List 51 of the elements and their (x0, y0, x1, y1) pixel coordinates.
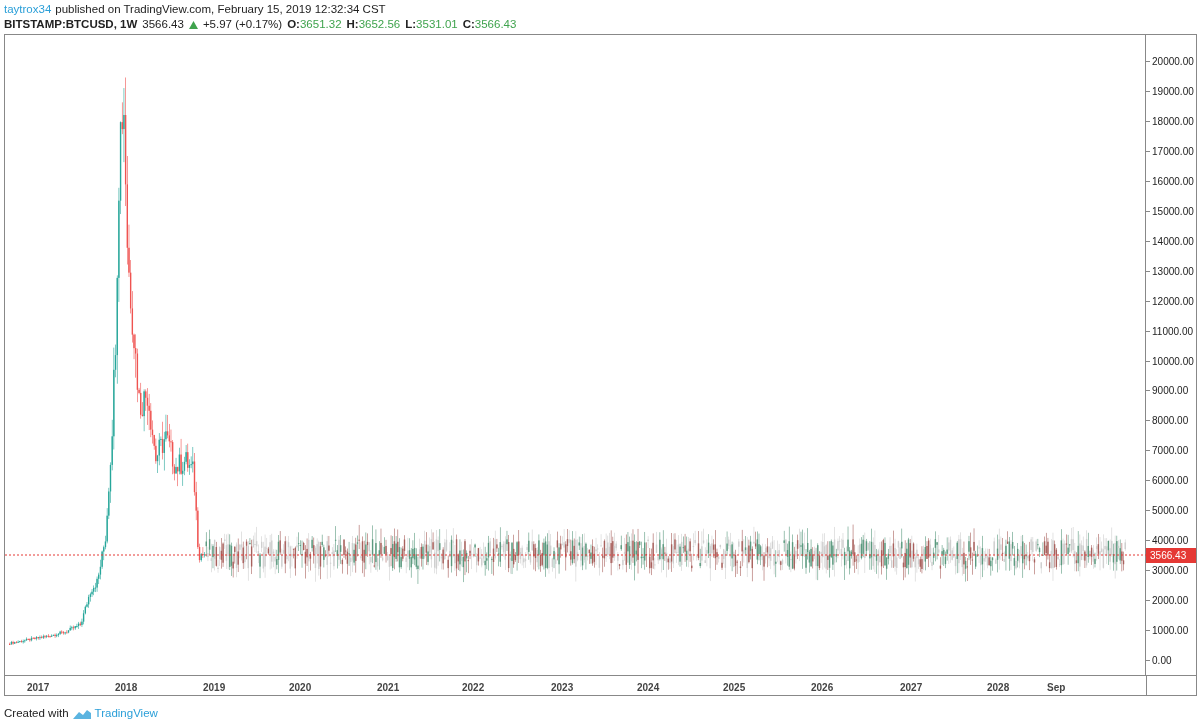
ohlc-value: 3651.32 (299, 17, 342, 32)
ohlc-label: C: (462, 17, 475, 32)
x-axis-label: 2018 (115, 681, 138, 695)
x-axis-label: 2020 (289, 681, 312, 695)
x-axis-label: 2017 (27, 681, 50, 695)
y-axis-label: 14000.00 (1152, 234, 1194, 249)
price-change: +5.97 (+0.17%) (202, 17, 283, 32)
y-axis-label: 5000.00 (1152, 504, 1189, 519)
cloud-logo-icon (72, 708, 91, 719)
y-axis-label: 7000.00 (1152, 444, 1189, 459)
y-axis-label: 6000.00 (1152, 474, 1189, 489)
x-axis-label: 2024 (637, 681, 660, 695)
y-axis-label: 13000.00 (1152, 264, 1194, 279)
x-axis-label: 2023 (551, 681, 574, 695)
last-price-tag: 3566.43 (1146, 547, 1197, 563)
x-axis-label: 2019 (203, 681, 226, 695)
x-axis-label: 2027 (900, 681, 923, 695)
y-axis-label: 15000.00 (1152, 205, 1194, 219)
y-axis-label: 0.00 (1152, 653, 1172, 668)
ohlc-label: O: (287, 17, 300, 32)
y-axis-label: 1000.00 (1152, 623, 1189, 638)
x-axis-label: 2026 (811, 681, 834, 695)
y-axis-label: 2000.00 (1152, 593, 1189, 608)
y-axis-label: 20000.00 (1152, 55, 1194, 70)
brand-link[interactable]: TradingView (94, 705, 158, 721)
ohlc-value: 3652.56 (358, 17, 401, 32)
y-axis-label: 4000.00 (1152, 533, 1189, 548)
x-axis-label: 2021 (377, 681, 400, 695)
ohlc-value: 3531.01 (416, 17, 458, 32)
y-axis-label: 17000.00 (1152, 145, 1194, 160)
x-axis-label: 2022 (462, 681, 485, 695)
x-axis-label: 2028 (987, 681, 1010, 695)
y-axis-label: 16000.00 (1152, 175, 1194, 190)
ohlc-label: H: (346, 17, 359, 32)
last-price: 3566.43 (142, 17, 184, 32)
ohlc-value: 3566.43 (474, 17, 517, 32)
x-axis-label: Sep (1047, 681, 1066, 695)
y-axis-label: 12000.00 (1152, 294, 1194, 309)
footer-text: Created with (4, 706, 69, 721)
y-axis-label: 11000.00 (1152, 324, 1193, 339)
y-axis-label: 19000.00 (1152, 85, 1194, 100)
y-axis-label: 10000.00 (1152, 354, 1194, 369)
author-link[interactable]: taytrox34 (4, 2, 52, 17)
x-axis-label: 2025 (723, 681, 746, 695)
publish-info: published on TradingView.com, February 15, 2019 12:32:34 CST (55, 2, 386, 17)
y-axis-label: 3000.00 (1152, 563, 1189, 578)
y-axis-label: 18000.00 (1152, 115, 1194, 130)
symbol-name: BITSTAMP:BTCUSD, 1W (4, 17, 138, 32)
y-axis-label: 9000.00 (1152, 384, 1189, 399)
ohlc-label: L: (405, 17, 417, 32)
y-axis-label: 8000.00 (1152, 414, 1189, 429)
